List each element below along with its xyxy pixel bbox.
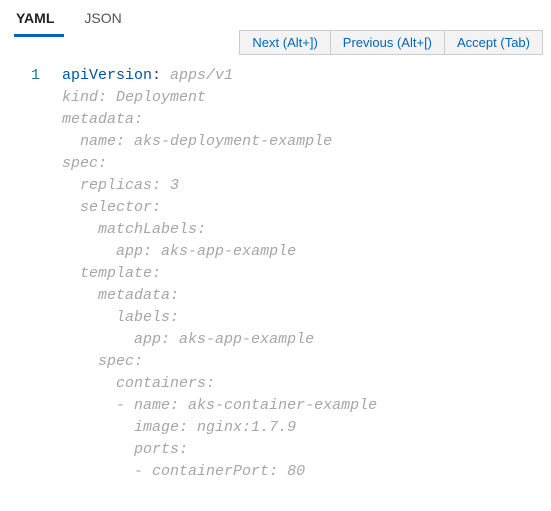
- accept-suggestion-button[interactable]: Accept (Tab): [445, 31, 542, 54]
- tab-yaml[interactable]: YAML: [14, 4, 64, 37]
- code-content[interactable]: apiVersion: apps/v1 kind: Deployment met…: [62, 65, 551, 483]
- tab-json[interactable]: JSON: [82, 4, 131, 37]
- next-suggestion-button[interactable]: Next (Alt+]): [240, 31, 330, 54]
- suggestion-toolbar: Next (Alt+]) Previous (Alt+[) Accept (Ta…: [239, 30, 543, 55]
- line-number: 1: [0, 65, 40, 87]
- previous-suggestion-button[interactable]: Previous (Alt+[): [331, 31, 445, 54]
- line-number-gutter: 1: [0, 65, 62, 483]
- code-editor[interactable]: 1 apiVersion: apps/v1 kind: Deployment m…: [0, 37, 551, 483]
